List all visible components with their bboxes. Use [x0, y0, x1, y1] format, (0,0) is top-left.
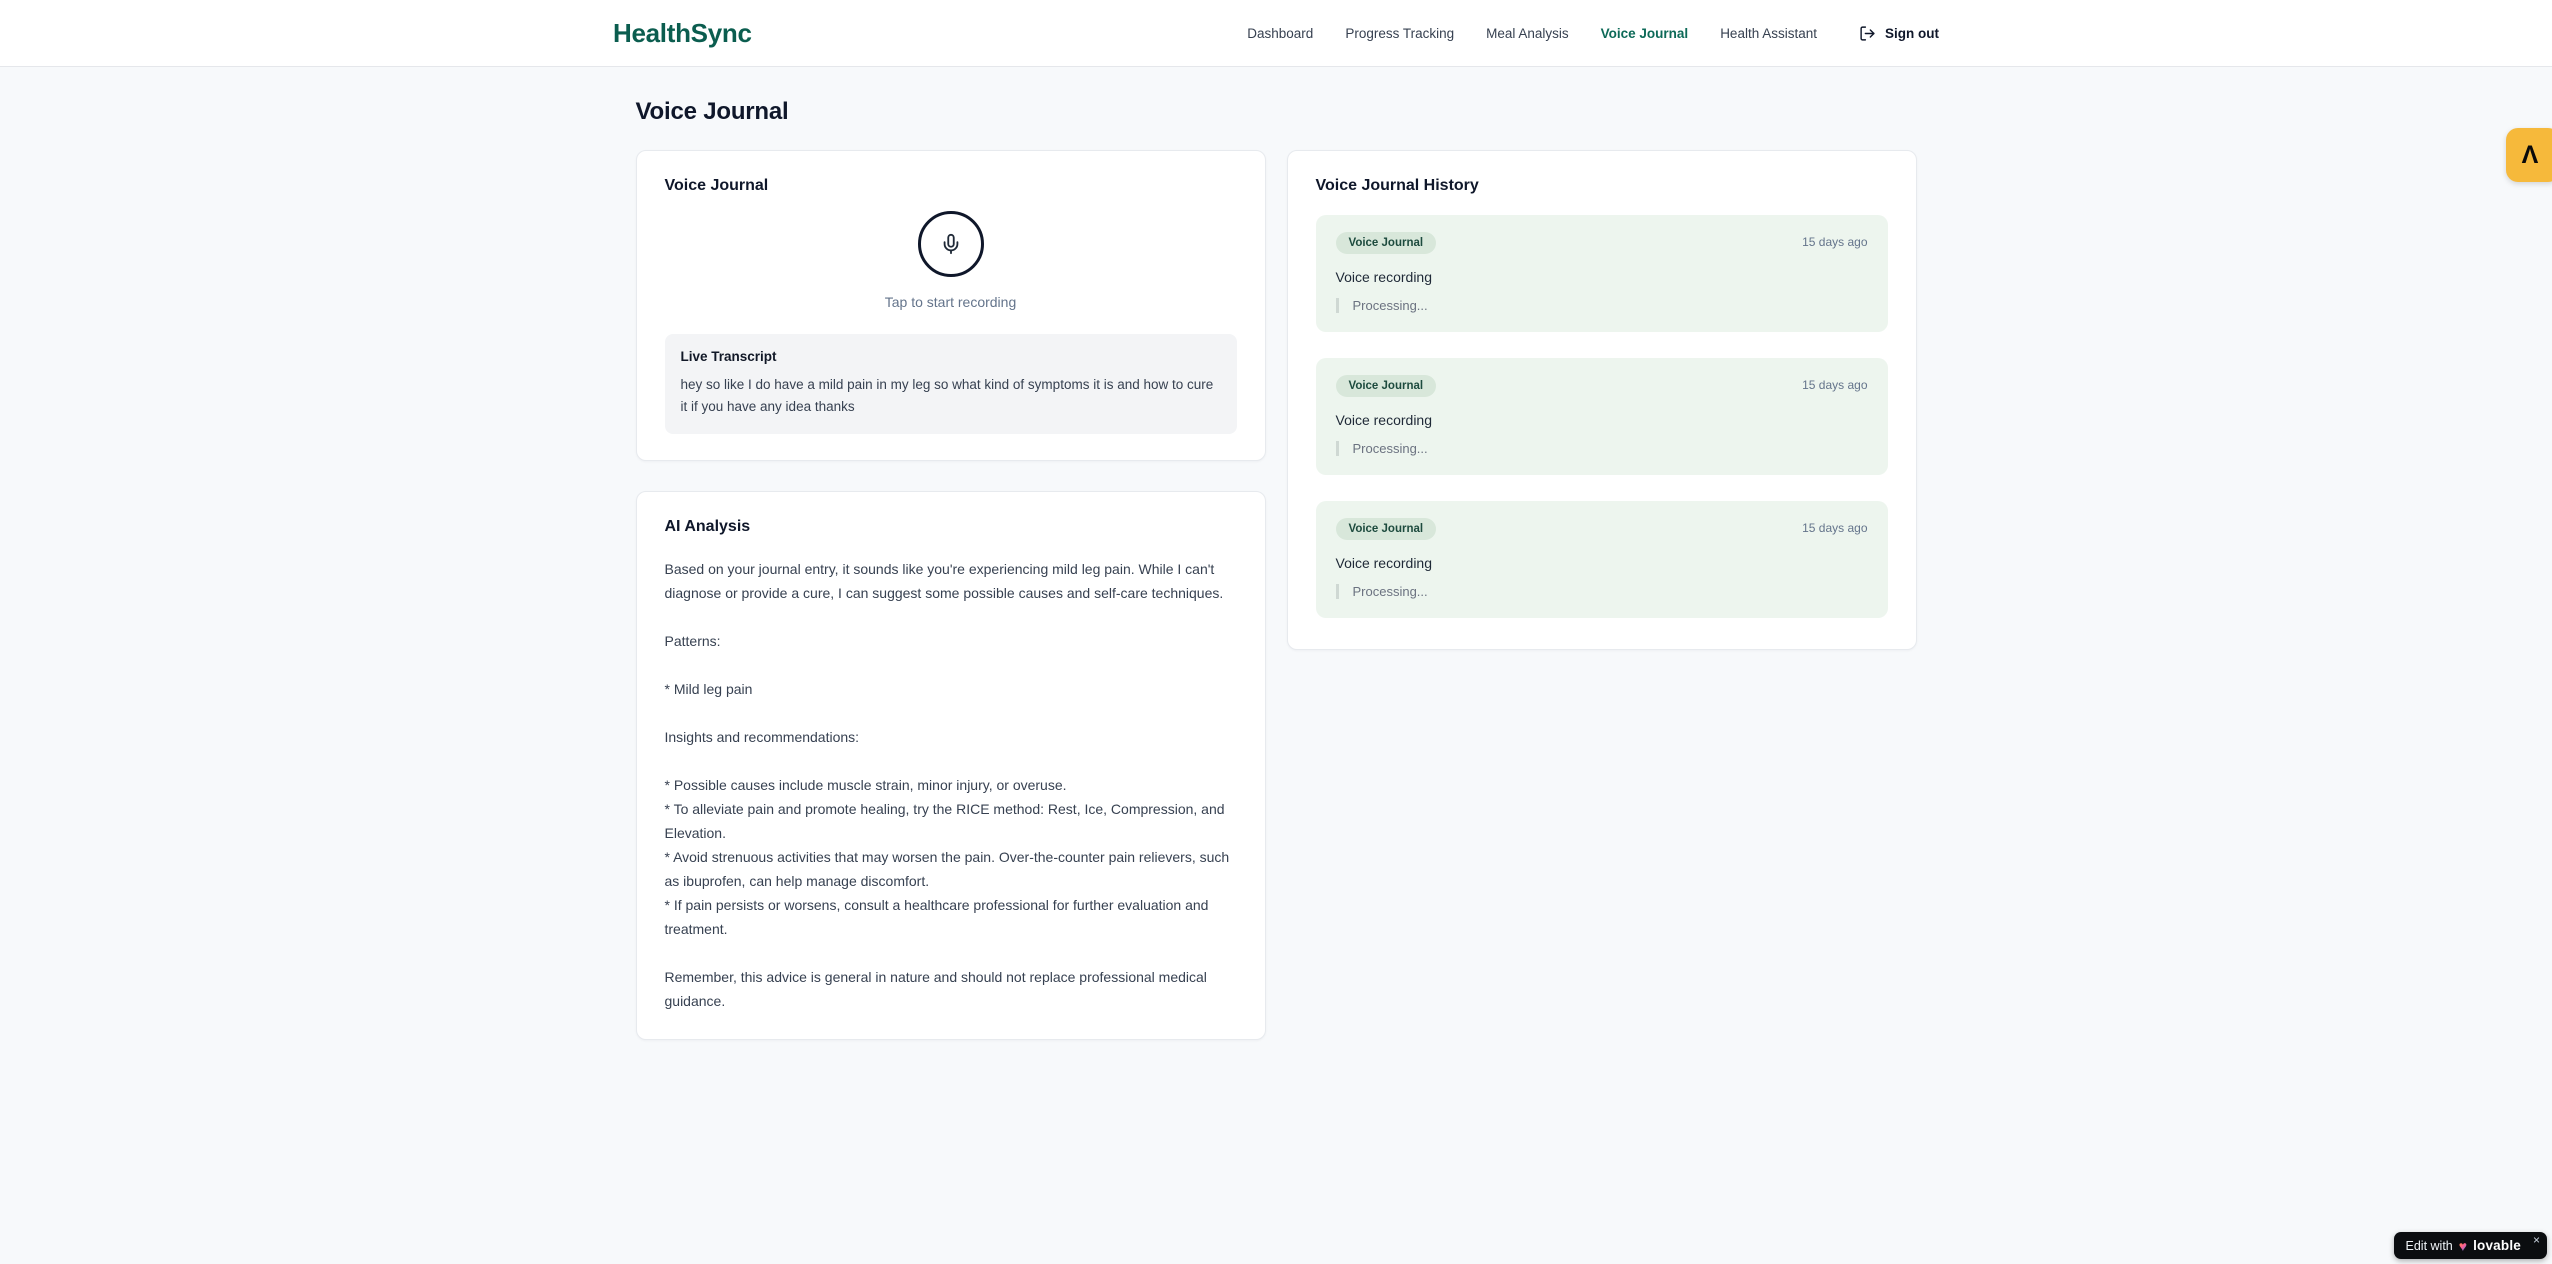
navbar-inner: HealthSync Dashboard Progress Tracking M…: [613, 18, 1939, 49]
lovable-side-badge[interactable]: Λ: [2506, 128, 2552, 182]
nav-item-progress-tracking[interactable]: Progress Tracking: [1345, 26, 1454, 41]
sign-out-label: Sign out: [1885, 25, 1939, 41]
lovable-logo-icon: Λ: [2521, 140, 2539, 169]
entry-title: Voice recording: [1335, 555, 1433, 571]
history-card-title: Voice Journal History: [1315, 177, 1479, 194]
entry-status: Processing...: [1335, 298, 1868, 313]
entry-title: Voice recording: [1335, 269, 1433, 285]
live-transcript-label: Live Transcript: [680, 349, 777, 364]
ai-analysis-card: AI Analysis Based on your journal entry,…: [635, 491, 1266, 1041]
tap-to-record-hint: Tap to start recording: [884, 294, 1017, 310]
page-title: Voice Journal: [635, 98, 789, 125]
entry-status: Processing...: [1335, 584, 1868, 599]
nav-item-voice-journal[interactable]: Voice Journal: [1601, 26, 1689, 41]
edit-with-lovable-badge[interactable]: Edit with ♥ lovable ×: [2393, 1232, 2547, 1259]
brand-logo[interactable]: HealthSync: [613, 18, 752, 49]
page-content: Voice Journal Voice Journal Tap to start…: [635, 98, 1917, 1041]
nav-item-health-assistant[interactable]: Health Assistant: [1720, 26, 1817, 41]
entry-status: Processing...: [1335, 441, 1868, 456]
left-column: Voice Journal Tap to start recording Liv…: [635, 150, 1266, 1041]
entry-head: Voice Journal 15 days ago: [1335, 518, 1868, 540]
history-entry[interactable]: Voice Journal 15 days ago Voice recordin…: [1315, 358, 1888, 475]
entry-timestamp: 15 days ago: [1802, 235, 1868, 249]
entry-timestamp: 15 days ago: [1802, 521, 1868, 535]
close-icon[interactable]: ×: [2533, 1233, 2540, 1247]
mic-area: Tap to start recording: [665, 211, 1237, 310]
entry-timestamp: 15 days ago: [1802, 378, 1868, 392]
entry-head: Voice Journal 15 days ago: [1335, 375, 1868, 397]
live-transcript-box: Live Transcript hey so like I do have a …: [664, 334, 1237, 435]
ai-analysis-body: Based on your journal entry, it sounds l…: [664, 561, 1230, 1010]
nav-links: Dashboard Progress Tracking Meal Analysi…: [1247, 25, 1939, 42]
entry-type-badge: Voice Journal: [1335, 375, 1437, 397]
entry-type-badge: Voice Journal: [1335, 518, 1437, 540]
microphone-icon: [940, 233, 962, 255]
voice-journal-history-card: Voice Journal History Voice Journal 15 d…: [1286, 150, 1917, 650]
sign-out-button[interactable]: Sign out: [1859, 25, 1939, 42]
lovable-brand-label: lovable: [2473, 1238, 2521, 1253]
heart-icon: ♥: [2458, 1237, 2468, 1254]
columns: Voice Journal Tap to start recording Liv…: [635, 150, 1917, 1041]
entry-head: Voice Journal 15 days ago: [1335, 232, 1868, 254]
edit-with-label: Edit with: [2405, 1238, 2453, 1253]
history-entry[interactable]: Voice Journal 15 days ago Voice recordin…: [1315, 215, 1888, 332]
entry-type-badge: Voice Journal: [1335, 232, 1437, 254]
history-entry[interactable]: Voice Journal 15 days ago Voice recordin…: [1315, 501, 1888, 618]
voice-journal-recorder-card: Voice Journal Tap to start recording Liv…: [635, 150, 1266, 462]
ai-analysis-title: AI Analysis: [664, 518, 751, 536]
recorder-card-title: Voice Journal: [664, 177, 769, 194]
entry-title: Voice recording: [1335, 412, 1433, 428]
live-transcript-text: hey so like I do have a mild pain in my …: [680, 377, 1214, 414]
nav-item-dashboard[interactable]: Dashboard: [1247, 26, 1313, 41]
record-button[interactable]: [917, 211, 984, 277]
history-list: Voice Journal 15 days ago Voice recordin…: [1315, 215, 1888, 618]
top-navbar: HealthSync Dashboard Progress Tracking M…: [0, 0, 2552, 67]
nav-item-meal-analysis[interactable]: Meal Analysis: [1486, 26, 1569, 41]
log-out-icon: [1859, 25, 1876, 42]
